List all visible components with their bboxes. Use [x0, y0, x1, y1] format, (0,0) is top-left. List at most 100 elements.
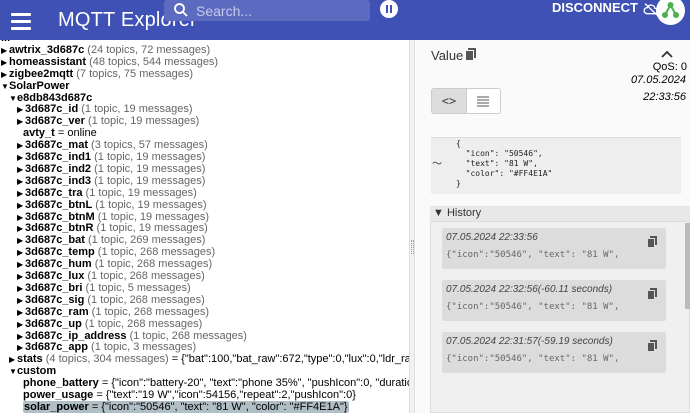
tree-row[interactable]: ▶ 3d687c_tra (1 topic, 19 messages): [17, 187, 197, 199]
topic-count: (1 topic, 19 messages): [91, 151, 206, 163]
tree-row[interactable]: ▼custom: [9, 365, 56, 377]
tree-row[interactable]: ▶ 3d687c_lux (1 topic, 268 messages): [17, 270, 205, 282]
tree-row[interactable]: ▶ stats (4 topics, 304 messages) = {"bat"…: [9, 353, 409, 365]
topic-name: 3d687c_sig: [25, 293, 85, 306]
tree-row[interactable]: ▼SolarPower: [1, 80, 70, 92]
history-label: History: [446, 207, 482, 219]
message-date: 07.05.2024: [630, 74, 686, 86]
topic-count: (1 topic, 268 messages): [84, 270, 205, 282]
topic-name: 3d687c_tra: [25, 186, 83, 199]
topic-name: 3d687c_bat: [25, 234, 85, 247]
topic-count: (1 topic, 19 messages): [94, 210, 210, 223]
tree-row[interactable]: ▶ 3d687c_btnR (1 topic, 19 messages): [17, 222, 208, 234]
value-json: { "icon": "50546", "text": "81 W", "colo…: [456, 139, 552, 189]
tree-row[interactable]: phone_battery = {"icon":"battery-20", "t…: [17, 377, 409, 389]
history-time: 07.05.2024 22:32:56(-60.11 seconds): [446, 284, 613, 295]
tree-row[interactable]: ▶ 3d687c_app (1 topic, 3 messages): [17, 341, 196, 353]
history-scrollbar[interactable]: [685, 223, 690, 413]
expanded-arrow-icon[interactable]: ▼: [9, 93, 17, 105]
tree-row[interactable]: ▶ 3d687c_ind2 (1 topic, 19 messages): [17, 163, 205, 175]
topic-count: (1 topic, 268 messages): [94, 246, 216, 259]
disconnect-button[interactable]: DISCONNECT: [552, 0, 659, 20]
chevron-up-icon[interactable]: [660, 47, 674, 61]
topic-name: 3d687c_ver: [25, 115, 85, 128]
splitter-grip[interactable]: [411, 240, 414, 254]
history-item[interactable]: 07.05.2024 22:33:56 {"icon":"50546", "tex…: [442, 228, 666, 269]
expanded-arrow-icon[interactable]: ▼: [1, 81, 9, 93]
tree-row[interactable]: solar_power = {"icon":"50546", "text": "…: [17, 400, 349, 413]
app-header: MQTT Explorer DISCONNECT: [0, 0, 690, 40]
pane-splitter[interactable]: [409, 40, 415, 413]
tree-row[interactable]: ▼e8db843d687c: [9, 92, 92, 104]
value-title: Value: [431, 48, 464, 63]
tree-row[interactable]: ▶ 3d687c_mat (3 topics, 57 messages): [17, 139, 208, 151]
menu-icon[interactable]: [8, 9, 34, 31]
tree-row[interactable]: ▶ 3d687c_up (1 topic, 268 messages): [17, 318, 202, 330]
tree-row[interactable]: ▶ 3d687c_bat (1 topic, 269 messages): [17, 234, 205, 246]
json-line: }: [456, 179, 461, 188]
topic-name: 3d687c_bri: [25, 281, 83, 294]
tree-row[interactable]: ▶ homeassistant (48 topics, 544 messages): [1, 56, 218, 68]
topic-name: SolarPower: [9, 79, 70, 92]
topic-count: (1 topic, 19 messages): [91, 174, 206, 187]
pause-icon: [386, 5, 388, 13]
tree-row[interactable]: ▶ 3d687c_btnL (1 topic, 19 messages): [17, 199, 207, 211]
topic-name: solar_power: [24, 400, 89, 413]
copy-icon[interactable]: [647, 340, 657, 352]
search-box[interactable]: [164, 0, 370, 21]
topic-count: (1 topic, 268 messages): [88, 305, 210, 318]
topic-count: (1 topic, 19 messages): [93, 222, 208, 235]
topic-name: 3d687c_ram: [25, 305, 89, 318]
history-item[interactable]: 07.05.2024 22:32:56(-60.11 seconds) {"ico…: [442, 280, 666, 321]
chart-icon[interactable]: 〜: [432, 155, 442, 170]
tree-row[interactable]: ▶ 3d687c_hum (1 topic, 268 messages): [17, 258, 212, 270]
topic-name: avty_t: [23, 127, 55, 140]
pause-button[interactable]: [380, 0, 398, 18]
expanded-arrow-icon[interactable]: ▼: [9, 366, 17, 378]
tree-row[interactable]: ▶ 3d687c_ram (1 topic, 268 messages): [17, 306, 209, 318]
topic-name: 3d687c_ind1: [25, 151, 92, 163]
topic-name: stats: [17, 353, 43, 366]
tree-row[interactable]: avty_t = online: [17, 127, 97, 139]
search-input[interactable]: [196, 0, 366, 21]
topic-count: (1 topic, 19 messages): [78, 103, 193, 116]
copy-icon[interactable]: [647, 236, 657, 248]
code-view-icon[interactable]: <>: [432, 89, 466, 113]
topic-count: (1 topic, 3 messages): [87, 341, 197, 354]
avatar[interactable]: [656, 0, 685, 25]
topic-name: 3d687c_temp: [25, 246, 95, 259]
history-item[interactable]: 07.05.2024 22:31:57(-59.19 seconds) {"ico…: [442, 332, 666, 373]
raw-view-icon[interactable]: [465, 89, 500, 113]
tree-row[interactable]: ▶ awtrix_3d687c (24 topics, 72 messages): [1, 44, 210, 56]
topic-name: 3d687c_hum: [25, 258, 92, 271]
topic-name: 3d687c_btnM: [25, 210, 95, 223]
tree-row[interactable]: ▶ 3d687c_ip_address (1 topic, 268 message…: [17, 330, 247, 342]
tree-row[interactable]: ▶ 3d687c_btnM (1 topic, 19 messages): [17, 211, 209, 223]
tree-row[interactable]: ▶ zigbee2mqtt (7 topics, 75 messages): [1, 68, 193, 80]
topic-name: 3d687c_ind3: [25, 174, 92, 187]
topic-count: (48 topics, 544 messages): [86, 55, 219, 68]
topic-value: = {"icon":"battery-20", "text":"phone 35…: [101, 377, 409, 390]
avatar-icon: [662, 2, 679, 18]
details-pane: Value <> QoS: 0 07.05.2024 22:33:56 〜 { …: [416, 40, 690, 413]
copy-icon[interactable]: [647, 288, 657, 300]
topic-name: 3d687c_ip_address: [25, 329, 127, 342]
topic-value: = {"icon":"50546", "text": "81 W", "colo…: [88, 400, 348, 413]
topic-tree: ...▶awtrix_3d687c (24 topics, 72 message…: [0, 40, 409, 413]
tree-row[interactable]: ▶ 3d687c_ver (1 topic, 19 messages): [17, 115, 199, 127]
tree-row[interactable]: ▶ 3d687c_ind3 (1 topic, 19 messages): [17, 175, 205, 187]
history-list: 07.05.2024 22:33:56 {"icon":"50546", "tex…: [430, 221, 690, 413]
tree-row[interactable]: ▶ 3d687c_id (1 topic, 19 messages): [17, 103, 193, 115]
tree-row[interactable]: ▶ 3d687c_ind1 (1 topic, 19 messages): [17, 151, 205, 163]
tree-row[interactable]: ▶ 3d687c_temp (1 topic, 268 messages): [17, 246, 215, 258]
disconnect-label: DISCONNECT: [552, 0, 638, 15]
topic-name: power_usage: [23, 389, 94, 401]
topic-count: (4 topics, 304 messages): [42, 353, 169, 366]
history-header[interactable]: ▼ History: [430, 206, 690, 221]
tree-row[interactable]: ▶ 3d687c_bri (1 topic, 5 messages): [17, 282, 191, 294]
tree-row[interactable]: power_usage = {"text":"19 W","icon":5415…: [17, 389, 356, 401]
tree-row[interactable]: ▶ 3d687c_sig (1 topic, 268 messages): [17, 294, 205, 306]
topic-name: zigbee2mqtt: [9, 67, 74, 80]
value-viewer[interactable]: 〜 { "icon": "50546", "text": "81 W", "co…: [431, 137, 681, 194]
copy-icon[interactable]: [465, 48, 477, 61]
